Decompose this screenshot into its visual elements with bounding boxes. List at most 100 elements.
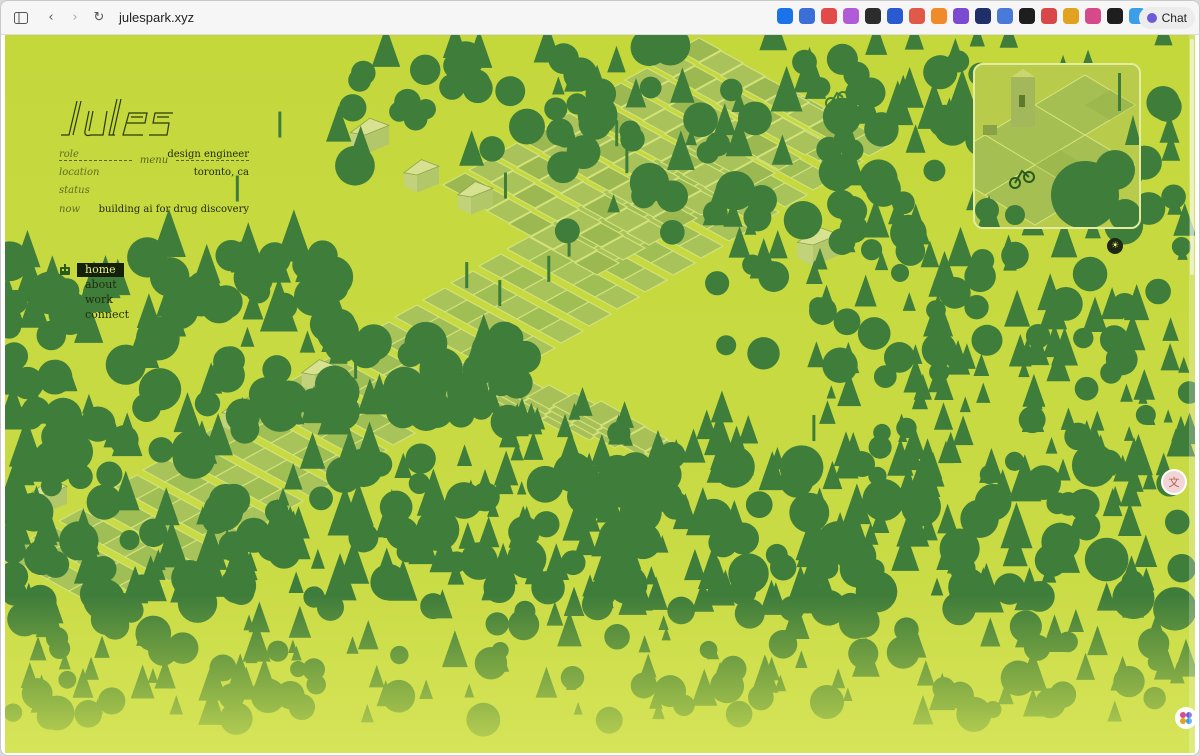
round-tree: [705, 271, 730, 296]
round-tree: [463, 69, 491, 97]
nav-connect[interactable]: connect: [85, 308, 129, 321]
round-tree: [554, 218, 580, 244]
round-tree: [409, 54, 441, 86]
round-tree: [860, 239, 883, 261]
round-tree: [824, 167, 846, 189]
brain-icon[interactable]: [843, 8, 859, 24]
address-bar[interactable]: julespark.xyz: [119, 10, 194, 25]
page-scrollbar[interactable]: [1189, 35, 1195, 753]
round-tree: [868, 466, 887, 486]
round-tree: [383, 366, 425, 409]
round-tree: [187, 271, 218, 301]
round-tree: [335, 145, 375, 186]
round-tree: [971, 324, 1003, 356]
chat-label: Chat: [1161, 11, 1187, 25]
map-icon[interactable]: [975, 8, 991, 24]
forward-icon[interactable]: ›: [63, 6, 87, 30]
lab-icon[interactable]: [953, 8, 969, 24]
round-tree: [746, 185, 777, 216]
browser-toolbar: ‹ › ↻ julespark.xyz Chat: [1, 1, 1199, 35]
translate-floating-icon[interactable]: 文: [1161, 469, 1187, 495]
round-tree: [132, 393, 161, 422]
lamp-post: [498, 280, 502, 307]
round-tree: [716, 335, 737, 356]
ring-icon[interactable]: [887, 8, 903, 24]
round-tree: [1084, 537, 1129, 582]
pokeball-icon[interactable]: [1041, 8, 1057, 24]
info-value: toronto, ca: [193, 167, 249, 178]
round-tree: [1145, 278, 1171, 305]
nav-work[interactable]: work: [85, 293, 113, 306]
round-tree: [533, 511, 560, 538]
reload-icon[interactable]: ↻: [87, 6, 111, 30]
round-tree: [1026, 465, 1061, 500]
round-tree: [396, 541, 418, 563]
box-icon[interactable]: [865, 8, 881, 24]
round-tree: [1056, 492, 1081, 516]
jules-logo[interactable]: [59, 97, 179, 141]
round-tree: [1135, 404, 1156, 425]
round-tree: [487, 321, 521, 355]
round-tree: [1164, 509, 1190, 535]
translate-icon[interactable]: [799, 8, 815, 24]
seven-icon[interactable]: [821, 8, 837, 24]
round-tree: [728, 553, 769, 594]
chat-icon: [1146, 13, 1157, 23]
lamp-post: [547, 255, 551, 282]
round-tree: [873, 423, 891, 442]
round-tree: [470, 482, 500, 512]
zoom-icon[interactable]: [909, 8, 925, 24]
info-row-role: role design engineer: [59, 149, 249, 160]
lamp-post: [278, 111, 282, 138]
round-tree: [405, 443, 436, 474]
round-tree: [837, 198, 860, 221]
round-tree: [256, 528, 290, 562]
round-tree: [762, 261, 783, 282]
info-key: status: [59, 185, 90, 196]
round-tree: [264, 499, 289, 524]
minimap-scene: [975, 65, 1139, 227]
nav-about[interactable]: about: [85, 278, 117, 291]
nav-home[interactable]: home: [77, 263, 124, 277]
scrollbar-thumb[interactable]: [1190, 39, 1194, 275]
info-value: building ai for drug discovery: [98, 204, 249, 215]
round-tree: [96, 461, 123, 488]
round-tree: [479, 136, 505, 162]
round-tree: [873, 365, 897, 388]
p-icon[interactable]: [1063, 8, 1079, 24]
lamp-post: [465, 262, 469, 289]
round-tree: [447, 400, 475, 428]
calendar-icon[interactable]: [1085, 8, 1101, 24]
quote-icon[interactable]: [1107, 8, 1123, 24]
google-icon[interactable]: [777, 8, 793, 24]
page-viewport[interactable]: menu role design engineer location toron…: [5, 35, 1195, 753]
round-tree: [747, 337, 780, 370]
lamp-post: [503, 172, 507, 199]
doc-icon[interactable]: [997, 8, 1013, 24]
star-icon[interactable]: [931, 8, 947, 24]
minimap[interactable]: [973, 63, 1141, 229]
round-tree: [953, 109, 976, 132]
round-tree: [415, 98, 436, 120]
back-icon[interactable]: ‹: [39, 6, 63, 30]
sidebar-toggle-icon[interactable]: [9, 6, 33, 30]
round-tree: [923, 55, 958, 90]
round-tree: [148, 437, 175, 463]
round-tree: [546, 118, 574, 146]
info-value: design engineer: [167, 149, 249, 160]
notion-icon[interactable]: [1019, 8, 1035, 24]
round-tree: [509, 108, 545, 145]
round-tree: [320, 273, 349, 302]
round-tree: [891, 263, 910, 282]
chat-button[interactable]: Chat: [1138, 7, 1195, 29]
ground-mist: [5, 595, 1195, 753]
round-tree: [171, 559, 208, 597]
round-tree: [218, 531, 249, 562]
round-tree: [404, 321, 448, 365]
round-tree: [389, 101, 410, 122]
round-tree: [309, 486, 333, 511]
extensions-bar: [777, 8, 1145, 24]
theme-toggle-sun-icon[interactable]: ☀: [1107, 238, 1123, 254]
round-tree: [923, 159, 946, 182]
round-tree: [683, 102, 718, 138]
